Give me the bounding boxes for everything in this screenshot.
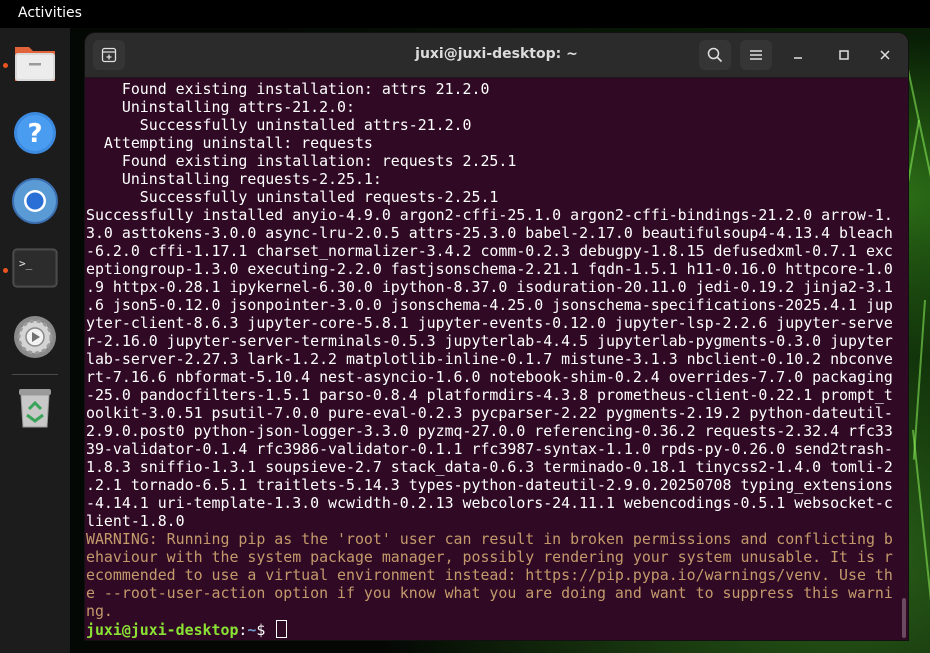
- menu-button[interactable]: [740, 40, 772, 70]
- terminal-icon: >_: [12, 248, 58, 288]
- search-button[interactable]: [699, 40, 731, 70]
- terminal-line: yter-client-8.6.3 jupyter-core-5.8.1 jup…: [86, 314, 893, 332]
- dock-item-files[interactable]: [10, 38, 60, 88]
- terminal-window[interactable]: juxi@juxi-desktop: ~ Found existing inst…: [85, 33, 908, 640]
- terminal-line: -4.14.1 uri-template-1.3.0 wcwidth-0.2.1…: [86, 494, 893, 512]
- minimize-button[interactable]: [782, 40, 814, 70]
- terminal-line: Uninstalling attrs-21.2.0:: [86, 98, 355, 116]
- prompt-symbol: $: [256, 621, 275, 638]
- terminal-line: 3.0 asttokens-3.0.0 async-lru-2.0.5 attr…: [86, 224, 893, 242]
- terminal-line: 39-validator-0.1.4 rfc3986-validator-0.1…: [86, 440, 893, 458]
- terminal-line: Successfully installed anyio-4.9.0 argon…: [86, 206, 893, 224]
- terminal-line: lient-1.8.0: [86, 512, 185, 530]
- output-lines: Found existing installation: attrs 21.2.…: [86, 80, 902, 530]
- warning-line: WARNING: Running pip as the 'root' user …: [86, 530, 893, 548]
- dock-separator: [12, 374, 58, 375]
- svg-text:?: ?: [27, 119, 42, 149]
- files-icon: [15, 47, 55, 81]
- settings-icon: [14, 316, 56, 358]
- terminal-line: .2.1 tornado-6.5.1 traitlets-5.14.3 type…: [86, 476, 893, 494]
- close-icon: [880, 50, 890, 60]
- terminal-line: lab-server-2.27.3 lark-1.2.2 matplotlib-…: [86, 350, 893, 368]
- terminal-line: r-2.16.0 jupyter-server-terminals-0.5.3 …: [86, 332, 893, 350]
- svg-text:>_: >_: [19, 257, 33, 270]
- dock-item-trash[interactable]: [10, 382, 60, 432]
- terminal-line: .9 httpx-0.28.1 ipykernel-6.30.0 ipython…: [86, 278, 893, 296]
- warning-line: e --root-user-action option if you know …: [86, 584, 893, 602]
- top-bar: Activities: [0, 0, 930, 28]
- maximize-icon: [839, 50, 849, 60]
- terminal-line: oolkit-3.0.51 psutil-7.0.0 pure-eval-0.2…: [86, 404, 893, 422]
- terminal-line: rt-7.16.6 nbformat-5.10.4 nest-asyncio-1…: [86, 368, 893, 386]
- search-icon: [707, 47, 723, 63]
- text-cursor: [276, 620, 288, 638]
- terminal-line: Uninstalling requests-2.25.1:: [86, 170, 382, 188]
- terminal-line: Attempting uninstall: requests: [86, 134, 373, 152]
- activities-button[interactable]: Activities: [18, 5, 82, 21]
- help-icon: ?: [14, 112, 56, 154]
- dock-item-chromium[interactable]: [10, 176, 60, 226]
- prompt-path: ~: [247, 621, 257, 638]
- maximize-button[interactable]: [828, 40, 860, 70]
- warning-line: ecommended to use a virtual environment …: [86, 566, 893, 584]
- dock-item-settings[interactable]: [10, 312, 60, 362]
- terminal-line: -25.0 pandocfilters-1.5.1 parso-0.8.4 pl…: [86, 386, 893, 404]
- running-indicator: [3, 268, 8, 273]
- terminal-line: 2.9.0.post0 python-json-logger-3.3.0 pyz…: [86, 422, 893, 440]
- terminal-line: 1.8.3 sniffio-1.3.1 soupsieve-2.7 stack_…: [86, 458, 893, 476]
- running-indicator: [3, 63, 8, 68]
- close-button[interactable]: [869, 40, 901, 70]
- terminal-line: .6 json5-0.12.0 jsonpointer-3.0.0 jsonsc…: [86, 296, 893, 314]
- minimize-icon: [794, 57, 802, 59]
- terminal-line: -6.2.0 cffi-1.17.1 charset_normalizer-3.…: [86, 242, 893, 260]
- hamburger-menu-icon: [750, 50, 762, 60]
- terminal-line: Found existing installation: attrs 21.2.…: [86, 80, 490, 98]
- chromium-icon: [12, 178, 58, 224]
- warning-lines: WARNING: Running pip as the 'root' user …: [86, 530, 902, 620]
- warning-line: ng.: [86, 602, 113, 620]
- prompt-line[interactable]: juxi@juxi-desktop:~$: [86, 620, 902, 638]
- dock-item-help[interactable]: ?: [10, 108, 60, 158]
- dock-item-terminal[interactable]: >_: [10, 243, 60, 293]
- prompt-user-host: juxi@juxi-desktop: [86, 621, 239, 638]
- terminal-line: Successfully uninstalled requests-2.25.1: [86, 188, 499, 206]
- window-titlebar[interactable]: juxi@juxi-desktop: ~: [85, 33, 908, 78]
- scrollbar[interactable]: [902, 598, 906, 638]
- trash-icon: [19, 389, 51, 428]
- terminal-line: eptiongroup-1.3.0 executing-2.2.0 fastjs…: [86, 260, 893, 278]
- warning-line: ehaviour with the system package manager…: [86, 548, 893, 566]
- terminal-output[interactable]: Found existing installation: attrs 21.2.…: [86, 80, 902, 640]
- terminal-line: Found existing installation: requests 2.…: [86, 152, 517, 170]
- dock: ? >_: [0, 28, 70, 653]
- terminal-line: Successfully uninstalled attrs-21.2.0: [86, 116, 472, 134]
